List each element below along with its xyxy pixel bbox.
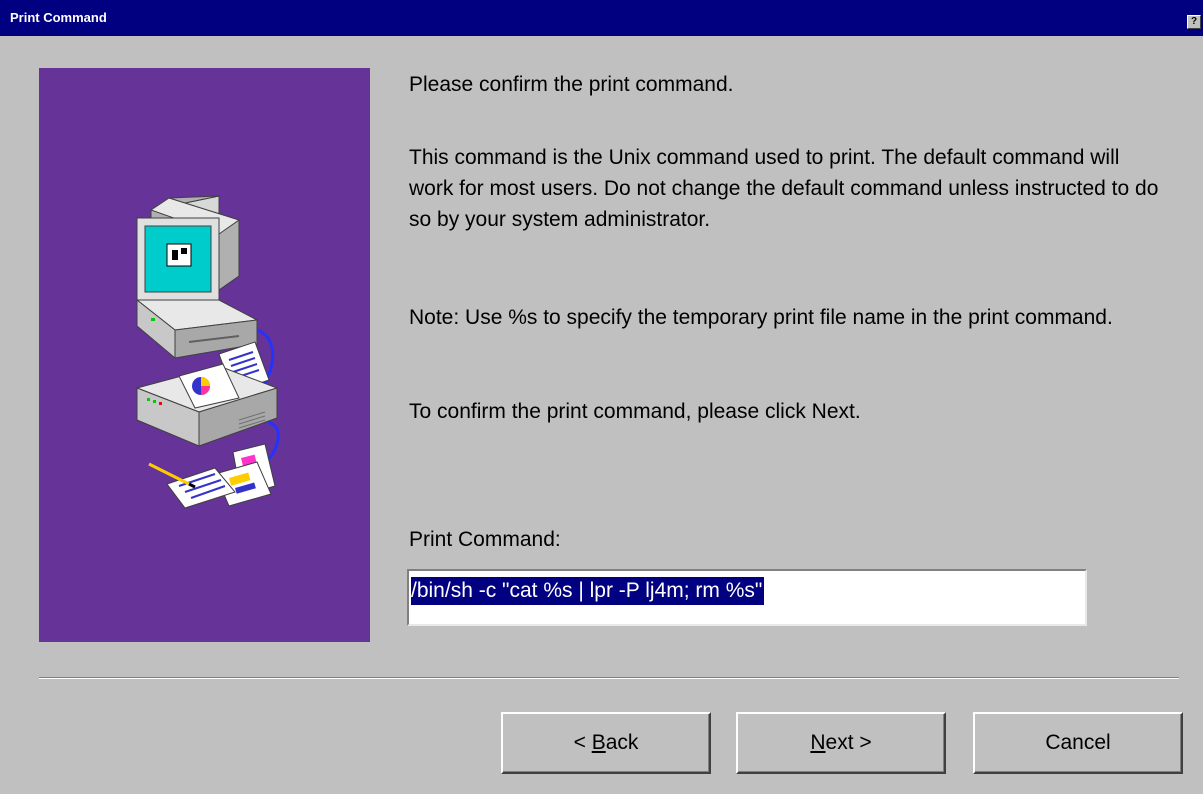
separator-line [39,677,1179,679]
cancel-button[interactable]: Cancel [973,712,1183,774]
window-title: Print Command [10,10,107,25]
instruction-heading: Please confirm the print command. [409,73,734,96]
note-paragraph: Note: Use %s to specify the temporary pr… [409,306,1113,329]
next-mnemonic: N [810,731,826,754]
back-button[interactable]: < Back [501,712,711,774]
next-button[interactable]: Next > [736,712,946,774]
print-command-label: Print Command: [409,528,561,551]
next-rest: ext > [825,731,872,754]
back-prefix: < [573,731,592,754]
wizard-illustration-panel [39,68,370,642]
print-command-value: /bin/sh -c "cat %s | lpr -P lj4m; rm %s" [411,577,765,605]
description-paragraph: This command is the Unix command used to… [409,146,1159,231]
back-mnemonic: B [591,731,606,754]
back-rest: ack [605,731,639,754]
computer-icon [135,195,259,360]
confirm-instruction: To confirm the print command, please cli… [409,400,861,423]
printer-icon [135,341,279,447]
printed-pages-icon [148,443,276,509]
print-command-input[interactable]: /bin/sh -c "cat %s | lpr -P lj4m; rm %s" [407,569,1087,626]
title-bar: Print Command ? [0,0,1203,36]
help-button[interactable]: ? [1187,15,1201,29]
